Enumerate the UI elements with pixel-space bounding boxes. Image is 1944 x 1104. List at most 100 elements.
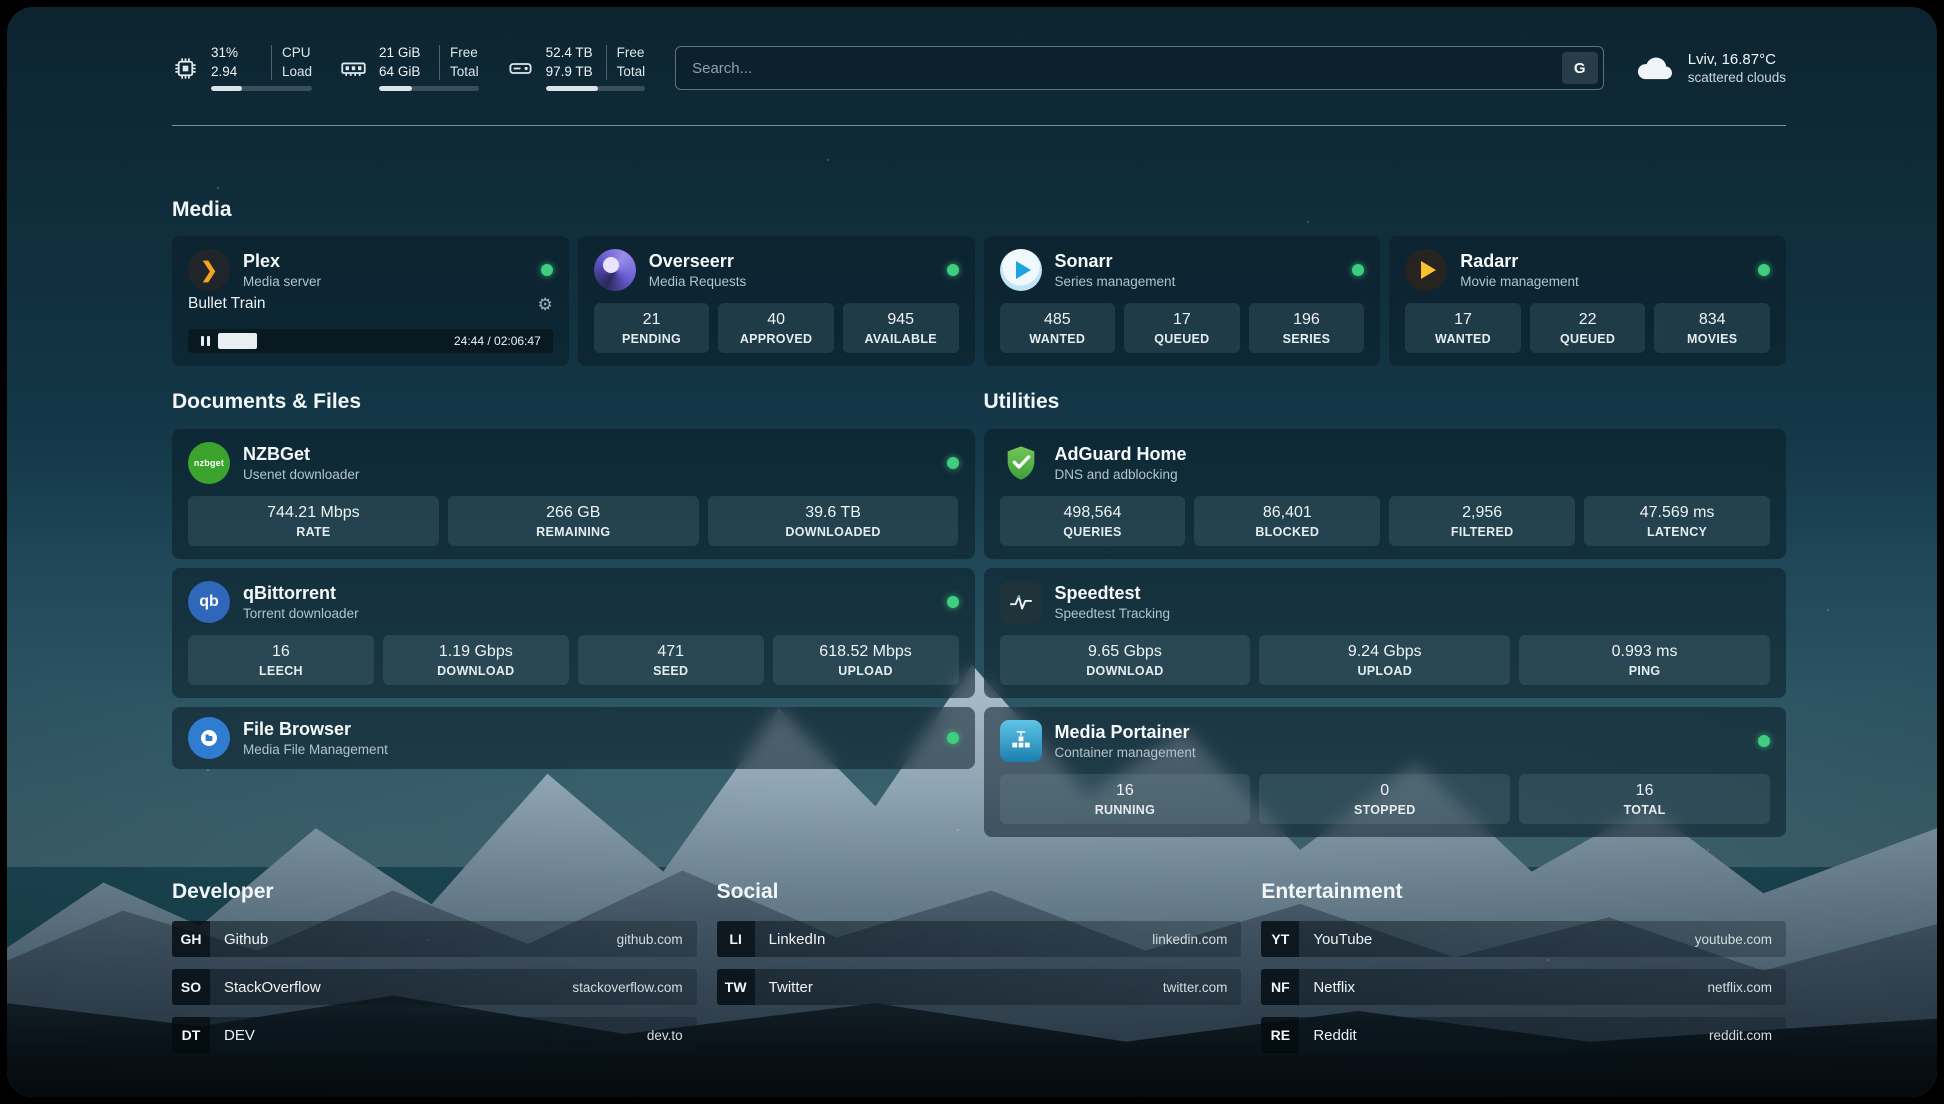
portainer-icon	[1000, 720, 1042, 762]
cpu-usage-value: 31%	[211, 45, 261, 61]
snow-specks	[7, 7, 9, 9]
weather-condition: scattered clouds	[1688, 70, 1786, 85]
nzbget-icon: nzbget	[188, 442, 230, 484]
stat-box: 0STOPPED	[1259, 774, 1510, 824]
sonarr-card[interactable]: Sonarr Series management 485WANTED 17QUE…	[984, 236, 1381, 366]
portainer-header: Media Portainer Container management	[1000, 720, 1771, 762]
sonarr-header: Sonarr Series management	[1000, 249, 1365, 291]
radarr-header: Radarr Movie management	[1405, 249, 1770, 291]
portainer-card[interactable]: Media Portainer Container management 16R…	[984, 707, 1787, 837]
sonarr-icon	[1000, 249, 1042, 291]
gear-icon[interactable]: ⚙	[538, 296, 553, 313]
filebrowser-icon	[188, 717, 230, 759]
app-title: File Browser	[243, 719, 388, 740]
bookmark-youtube[interactable]: YT YouTube youtube.com	[1261, 921, 1786, 957]
status-indicator	[947, 264, 959, 276]
stats-row: 16RUNNING 0STOPPED 16TOTAL	[1000, 774, 1771, 824]
overseerr-card[interactable]: Overseerr Media Requests 21PENDING 40APP…	[578, 236, 975, 366]
stat-box: 945AVAILABLE	[843, 303, 959, 353]
stat-box: 498,564QUERIES	[1000, 496, 1186, 546]
stat-box: 9.24 GbpsUPLOAD	[1259, 635, 1510, 685]
nzbget-card[interactable]: nzbget NZBGet Usenet downloader 744.21 M…	[172, 429, 975, 559]
plex-card[interactable]: ❯ Plex Media server Bullet Train ⚙	[172, 236, 569, 366]
bookmark-github[interactable]: GH Github github.com	[172, 921, 697, 957]
stat-box: 16RUNNING	[1000, 774, 1251, 824]
status-indicator	[1758, 264, 1770, 276]
disk-icon	[507, 55, 534, 82]
section-title-media: Media	[172, 197, 232, 223]
dev-badge: DT	[172, 1017, 210, 1053]
status-indicator	[947, 732, 959, 744]
disk-total-value: 97.9 TB	[546, 64, 596, 80]
app-title: NZBGet	[243, 444, 359, 465]
app-title: Overseerr	[649, 251, 747, 272]
app-title: Radarr	[1460, 251, 1579, 272]
status-indicator	[947, 457, 959, 469]
ram-progress-bar	[379, 86, 479, 91]
stat-box: 21PENDING	[594, 303, 710, 353]
disk-monitor: 52.4 TB 97.9 TB Free Total	[507, 45, 646, 90]
system-monitors: 31% 2.94 CPU Load	[172, 45, 645, 90]
app-subtitle: Movie management	[1460, 274, 1579, 289]
ram-monitor: 21 GiB 64 GiB Free Total	[340, 45, 479, 90]
app-subtitle: Media server	[243, 274, 321, 289]
speedtest-card[interactable]: Speedtest Speedtest Tracking 9.65 GbpsDO…	[984, 568, 1787, 698]
search-bar[interactable]: G	[675, 46, 1604, 90]
overseerr-header: Overseerr Media Requests	[594, 249, 959, 291]
app-subtitle: Speedtest Tracking	[1055, 606, 1171, 621]
stats-row: 744.21 MbpsRATE 266 GBREMAINING 39.6 TBD…	[188, 496, 959, 546]
bookmark-reddit[interactable]: RE Reddit reddit.com	[1261, 1017, 1786, 1053]
stat-box: 17WANTED	[1405, 303, 1521, 353]
app-subtitle: Series management	[1055, 274, 1176, 289]
bookmark-netflix[interactable]: NF Netflix netflix.com	[1261, 969, 1786, 1005]
stat-box: 196SERIES	[1249, 303, 1365, 353]
social-column: Social LI LinkedIn linkedin.com TW Twitt…	[717, 879, 1242, 1065]
status-indicator	[947, 596, 959, 608]
qbittorrent-card[interactable]: qb qBittorrent Torrent downloader 16LEEC…	[172, 568, 975, 698]
cpu-usage-label: CPU	[282, 45, 312, 61]
disk-free-label: Free	[617, 45, 646, 61]
search-engine-button[interactable]: G	[1562, 52, 1598, 84]
stat-box: 17QUEUED	[1124, 303, 1240, 353]
section-title-entertainment: Entertainment	[1261, 879, 1786, 905]
radarr-card[interactable]: Radarr Movie management 17WANTED 22QUEUE…	[1389, 236, 1786, 366]
app-subtitle: Container management	[1055, 745, 1196, 760]
progress-track[interactable]	[218, 333, 446, 349]
ram-free-value: 21 GiB	[379, 45, 429, 61]
cpu-icon	[172, 55, 199, 82]
app-subtitle: Torrent downloader	[243, 606, 359, 621]
search-input[interactable]	[690, 59, 1562, 78]
github-badge: GH	[172, 921, 210, 957]
radarr-icon	[1405, 249, 1447, 291]
disk-total-label: Total	[617, 64, 646, 80]
stats-row: 485WANTED 17QUEUED 196SERIES	[1000, 303, 1365, 353]
topbar-divider	[172, 125, 1786, 126]
bookmark-twitter[interactable]: TW Twitter twitter.com	[717, 969, 1242, 1005]
bookmark-dev[interactable]: DT DEV dev.to	[172, 1017, 697, 1053]
ram-total-label: Total	[450, 64, 479, 80]
filebrowser-card[interactable]: File Browser Media File Management	[172, 707, 975, 769]
filebrowser-header: File Browser Media File Management	[188, 717, 959, 759]
pause-button[interactable]	[192, 333, 218, 349]
overseerr-icon	[594, 249, 636, 291]
section-title-social: Social	[717, 879, 1242, 905]
nzbget-header: nzbget NZBGet Usenet downloader	[188, 442, 959, 484]
bookmark-linkedin[interactable]: LI LinkedIn linkedin.com	[717, 921, 1242, 957]
bookmark-stackoverflow[interactable]: SO StackOverflow stackoverflow.com	[172, 969, 697, 1005]
disk-progress-bar	[546, 86, 646, 91]
media-player-bar: 24:44 / 02:06:47	[188, 329, 553, 353]
section-title-documents: Documents & Files	[172, 389, 975, 415]
developer-column: Developer GH Github github.com SO StackO…	[172, 879, 697, 1065]
stat-box: 22QUEUED	[1530, 303, 1646, 353]
plex-header: ❯ Plex Media server	[188, 249, 553, 291]
adguard-card[interactable]: AdGuard Home DNS and adblocking 498,564Q…	[984, 429, 1787, 559]
stat-box: 1.19 GbpsDOWNLOAD	[383, 635, 569, 685]
linkedin-badge: LI	[717, 921, 755, 957]
stats-row: 498,564QUERIES 86,401BLOCKED 2,956FILTER…	[1000, 496, 1771, 546]
stats-row: 17WANTED 22QUEUED 834MOVIES	[1405, 303, 1770, 353]
entertainment-column: Entertainment YT YouTube youtube.com NF …	[1261, 879, 1786, 1065]
cpu-monitor: 31% 2.94 CPU Load	[172, 45, 312, 90]
stat-box: 266 GBREMAINING	[448, 496, 699, 546]
weather-widget: Lviv, 16.87°C scattered clouds	[1634, 49, 1786, 88]
ram-free-label: Free	[450, 45, 479, 61]
